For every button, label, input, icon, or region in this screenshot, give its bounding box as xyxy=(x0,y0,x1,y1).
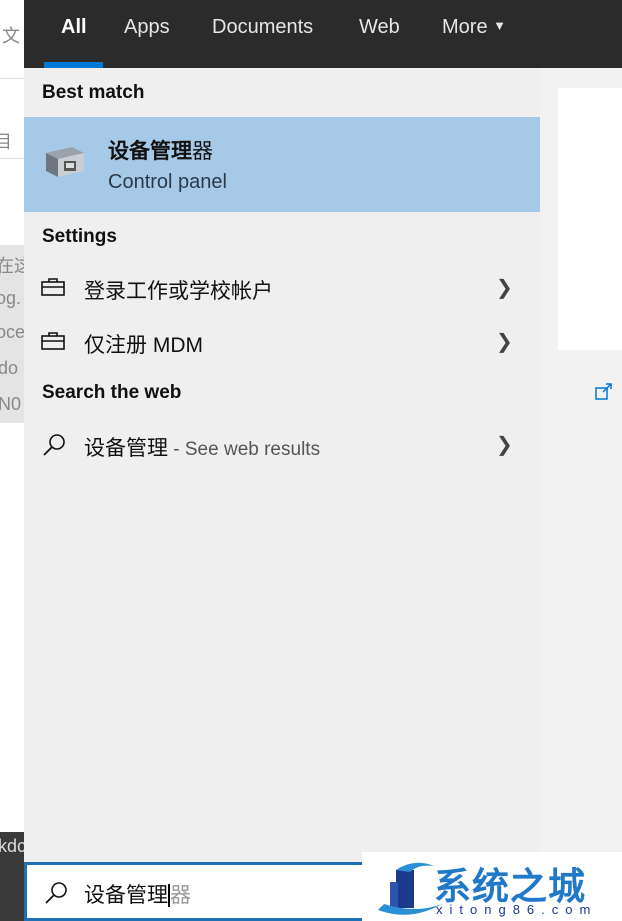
search-box[interactable]: 设备管理器 xyxy=(24,862,364,921)
background-window: 文 目 在这 og. oce do N0 kdc xyxy=(0,0,24,921)
background-text: og. xyxy=(0,288,22,308)
best-match-subtitle: Control panel xyxy=(108,171,227,193)
briefcase-icon xyxy=(41,277,65,302)
open-external-icon[interactable] xyxy=(594,382,614,402)
tab-more[interactable]: More ▼ xyxy=(442,16,506,39)
best-match-title: 设备管理器 xyxy=(108,140,213,163)
best-match-heading: Best match xyxy=(42,82,145,103)
background-text: kdc xyxy=(0,836,24,856)
background-text: 目 xyxy=(0,132,12,152)
web-search-result[interactable]: 设备管理 - See web results ❯ xyxy=(24,420,540,470)
background-text: do xyxy=(0,358,19,378)
web-result-text: 设备管理 - See web results xyxy=(84,437,321,460)
settings-item-mdm[interactable]: 仅注册 MDM ❯ xyxy=(24,317,540,367)
caret-down-icon: ▼ xyxy=(493,18,507,33)
briefcase-icon xyxy=(41,331,65,356)
watermark-logo: 系统之城 xitong86.com xyxy=(362,852,622,921)
search-icon xyxy=(41,432,67,463)
tab-all[interactable]: All xyxy=(61,16,87,39)
background-text: N0 xyxy=(0,394,22,414)
background-text: 文 xyxy=(2,26,20,46)
best-match-result[interactable]: 设备管理器 Control panel xyxy=(24,117,540,212)
settings-item-label: 仅注册 MDM xyxy=(84,334,203,357)
search-suggestion: 器 xyxy=(170,884,191,907)
chevron-right-icon: ❯ xyxy=(496,434,513,456)
background-text: oce xyxy=(0,322,24,342)
tab-documents[interactable]: Documents xyxy=(212,16,313,39)
search-tabs-bar: All Apps Documents Web More ▼ xyxy=(24,0,622,68)
device-manager-icon xyxy=(42,141,88,183)
search-web-heading: Search the web xyxy=(42,382,182,403)
tab-web[interactable]: Web xyxy=(359,16,400,39)
tab-more-label: More xyxy=(442,16,488,38)
settings-item-label: 登录工作或学校帐户 xyxy=(84,280,273,303)
settings-item-work-account[interactable]: 登录工作或学校帐户 ❯ xyxy=(24,263,540,313)
chevron-right-icon: ❯ xyxy=(496,277,513,299)
search-input[interactable]: 设备管理器 xyxy=(84,879,191,909)
watermark-url: xitong86.com xyxy=(436,902,598,917)
settings-heading: Settings xyxy=(42,226,117,247)
chevron-right-icon: ❯ xyxy=(496,331,513,353)
background-text: 在这 xyxy=(0,256,24,276)
search-icon xyxy=(43,880,69,911)
tab-apps[interactable]: Apps xyxy=(124,16,170,39)
